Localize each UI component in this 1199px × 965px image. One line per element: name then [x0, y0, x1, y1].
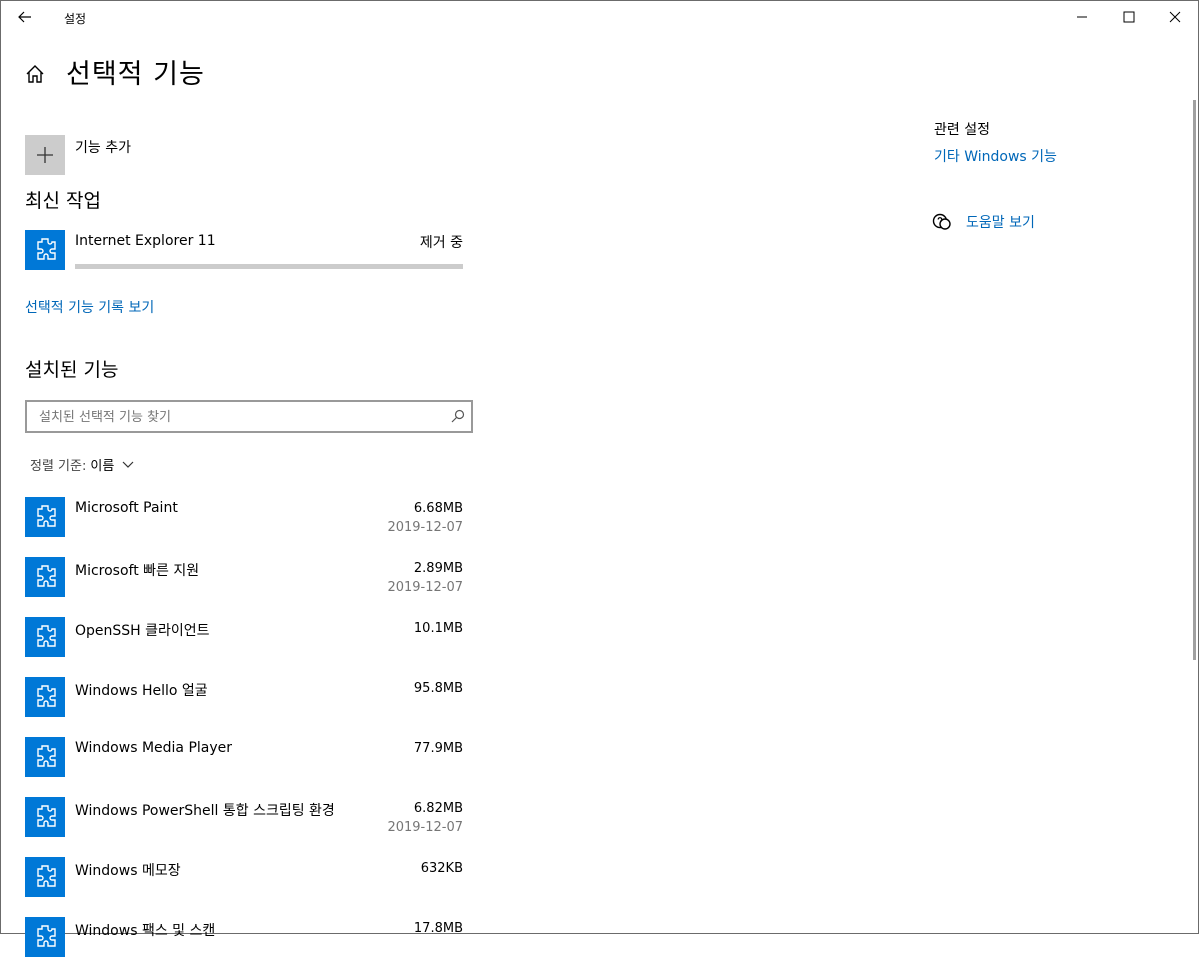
feature-name: Windows 팩스 및 스캔 [75, 923, 216, 939]
feature-size: 10.1MB [413, 621, 463, 636]
recent-item-progress-track [75, 264, 463, 269]
feature-name: Windows Media Player [75, 740, 233, 756]
installed-feature-item[interactable]: Microsoft 빠른 지원 2.89MB 2019-12-07 [0, 555, 470, 605]
minimize-icon [1077, 16, 1087, 18]
feature-icon-box [25, 917, 65, 957]
feature-date: 2019-12-07 [387, 520, 463, 535]
feature-size: 6.68MB [413, 501, 463, 516]
feature-name: Windows 메모장 [75, 863, 181, 879]
feature-icon-box [25, 230, 65, 270]
chat-help-icon [932, 213, 951, 230]
feature-date: 2019-12-07 [387, 820, 463, 835]
back-button[interactable] [12, 6, 38, 28]
home-icon [26, 65, 44, 83]
search-icon[interactable] [451, 409, 465, 423]
sort-label: 정렬 기준: [30, 459, 87, 474]
optional-features-history-link[interactable]: 선택적 기능 기록 보기 [25, 297, 154, 317]
feature-icon-box [25, 677, 65, 717]
feature-icon-box [25, 797, 65, 837]
feature-icon-box [25, 497, 65, 537]
page-title: 선택적 기능 [66, 59, 205, 90]
puzzle-icon [37, 625, 56, 647]
feature-name: OpenSSH 클라이언트 [75, 623, 210, 639]
maximize-icon [1123, 11, 1135, 23]
feature-name: Windows Hello 얼굴 [75, 683, 208, 699]
recent-item[interactable]: Internet Explorer 11 제거 중 [0, 228, 470, 274]
feature-size: 632KB [420, 861, 463, 876]
feature-name: Microsoft Paint [75, 500, 178, 516]
installed-search-box[interactable] [25, 400, 473, 433]
recent-item-status: 제거 중 [419, 235, 463, 251]
feature-icon-box [25, 737, 65, 777]
add-feature-label: 기능 추가 [75, 140, 131, 156]
installed-section-title: 설치된 기능 [25, 359, 119, 381]
installed-feature-item[interactable]: Windows 팩스 및 스캔 17.8MB [0, 915, 470, 965]
installed-feature-item[interactable]: Windows PowerShell 통합 스크립팅 환경 6.82MB 2019-… [0, 795, 470, 845]
other-windows-features-link[interactable]: 기타 Windows 기능 [934, 146, 1057, 166]
recent-section-title: 최신 작업 [25, 190, 101, 212]
get-help-link[interactable]: 도움말 보기 [932, 212, 1035, 232]
feature-icon-box [25, 557, 65, 597]
plus-icon [37, 147, 53, 163]
installed-feature-item[interactable]: OpenSSH 클라이언트 10.1MB [0, 615, 470, 665]
puzzle-icon [37, 745, 56, 767]
close-icon [1169, 11, 1181, 23]
feature-size: 6.82MB [413, 801, 463, 816]
feature-size: 2.89MB [413, 561, 463, 576]
recent-item-name: Internet Explorer 11 [75, 233, 216, 249]
puzzle-icon [37, 505, 56, 527]
add-feature-button[interactable]: 기능 추가 [25, 135, 285, 175]
installed-feature-item[interactable]: Windows Media Player 77.9MB [0, 735, 470, 785]
installed-feature-item[interactable]: Microsoft Paint 6.68MB 2019-12-07 [0, 495, 470, 545]
puzzle-icon [37, 865, 56, 887]
feature-size: 77.9MB [413, 741, 463, 756]
puzzle-icon [37, 925, 56, 947]
close-button[interactable] [1152, 0, 1198, 34]
chevron-down-icon [122, 461, 134, 468]
puzzle-icon [37, 685, 56, 707]
sort-dropdown[interactable]: 정렬 기준: 이름 [30, 455, 134, 474]
maximize-button[interactable] [1106, 0, 1152, 34]
related-settings-title: 관련 설정 [934, 122, 990, 138]
get-help-label: 도움말 보기 [966, 215, 1035, 231]
puzzle-icon [37, 805, 56, 827]
feature-icon-box [25, 617, 65, 657]
puzzle-icon [37, 238, 56, 260]
installed-feature-item[interactable]: Windows Hello 얼굴 95.8MB [0, 675, 470, 725]
add-feature-icon-box [25, 135, 65, 175]
feature-name: Windows PowerShell 통합 스크립팅 환경 [75, 803, 335, 819]
installed-search-input[interactable] [37, 406, 441, 428]
sort-value: 이름 [90, 459, 115, 474]
back-arrow-icon [18, 11, 31, 23]
installed-feature-item[interactable]: Windows 메모장 632KB [0, 855, 470, 905]
recent-item-progress-fill [75, 264, 463, 269]
puzzle-icon [37, 565, 56, 587]
minimize-button[interactable] [1059, 0, 1105, 34]
feature-icon-box [25, 857, 65, 897]
feature-name: Microsoft 빠른 지원 [75, 563, 200, 579]
feature-size: 95.8MB [413, 681, 463, 696]
home-button[interactable] [24, 63, 46, 85]
feature-date: 2019-12-07 [387, 580, 463, 595]
window-title: 설정 [64, 12, 87, 26]
scrollbar-thumb[interactable] [1193, 100, 1196, 660]
